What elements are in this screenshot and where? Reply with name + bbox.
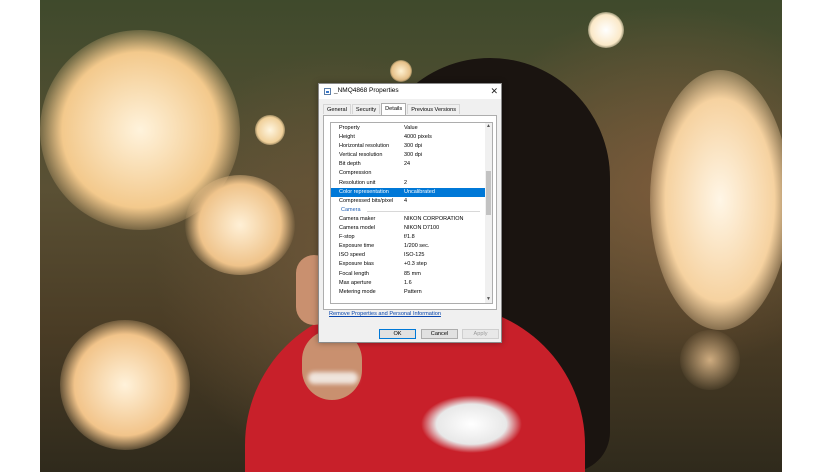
property-name: Max aperture xyxy=(339,279,372,286)
property-name: F-stop xyxy=(339,234,355,241)
tab-previous-versions[interactable]: Previous Versions xyxy=(407,104,461,114)
list-item[interactable]: Focal length 85 mm xyxy=(331,270,486,279)
property-value: 85 mm xyxy=(404,270,421,277)
dialog-title: _NMQ4868 Properties xyxy=(334,87,399,94)
property-value: NIKON D7100 xyxy=(404,225,440,232)
property-name: Metering mode xyxy=(339,288,376,295)
list-header: Property Value xyxy=(331,124,486,133)
bokeh-light xyxy=(588,12,624,48)
list-item-selected[interactable]: Color representation Uncalibrated xyxy=(331,187,486,197)
tab-general[interactable]: General xyxy=(323,104,351,114)
property-name: Camera maker xyxy=(339,215,376,222)
scroll-down-arrow-icon[interactable]: ▼ xyxy=(485,296,492,303)
section-title: Camera xyxy=(341,206,361,213)
list-item[interactable]: Horizontal resolution 300 dpi xyxy=(331,142,486,151)
list-item[interactable]: Max aperture 1.6 xyxy=(331,279,486,288)
property-value: ISO-125 xyxy=(404,252,425,259)
title-bar[interactable]: _NMQ4868 Properties ✕ xyxy=(319,84,501,99)
bokeh-light xyxy=(680,330,740,390)
property-value: 24 xyxy=(404,161,411,168)
property-value: 4000 pixels xyxy=(404,134,432,141)
list-item[interactable]: Compressed bits/pixel 4 xyxy=(331,197,486,206)
file-icon xyxy=(324,88,331,95)
bokeh-light xyxy=(650,70,782,330)
property-value: f/1.8 xyxy=(404,234,415,241)
property-name: Height xyxy=(339,134,355,141)
bracelet xyxy=(308,372,358,384)
list-item[interactable]: Camera model NIKON D7100 xyxy=(331,224,486,233)
ok-button[interactable]: OK xyxy=(379,329,416,339)
property-name: Focal length xyxy=(339,270,369,277)
cancel-button[interactable]: Cancel xyxy=(421,329,458,339)
property-value: Uncalibrated xyxy=(404,188,435,195)
close-button[interactable]: ✕ xyxy=(490,85,498,97)
property-value: Pattern xyxy=(404,288,422,295)
list-item[interactable]: ISO speed ISO-125 xyxy=(331,251,486,260)
property-name: Horizontal resolution xyxy=(339,143,390,150)
property-value: 2 xyxy=(404,179,408,186)
properties-dialog: _NMQ4868 Properties ✕ General Security D… xyxy=(318,83,502,343)
tab-strip: General Security Details Previous Versio… xyxy=(323,103,461,115)
property-value: 1/200 sec. xyxy=(404,243,430,250)
scroll-thumb[interactable] xyxy=(486,171,491,215)
property-value: 4 xyxy=(404,197,408,204)
tab-details[interactable]: Details xyxy=(381,103,407,115)
list-item[interactable]: F-stop f/1.8 xyxy=(331,233,486,242)
bokeh-light xyxy=(185,175,295,275)
list-item[interactable]: Exposure time 1/200 sec. xyxy=(331,242,486,251)
details-panel: Property Value Height 4000 pixels Horizon… xyxy=(323,115,497,310)
bokeh-light xyxy=(390,60,412,82)
section-header-camera: Camera xyxy=(331,206,486,215)
column-header-property[interactable]: Property xyxy=(339,124,360,133)
column-header-value[interactable]: Value xyxy=(404,124,418,133)
property-value: 300 dpi xyxy=(404,143,423,150)
bokeh-light xyxy=(255,115,285,145)
property-name: Resolution unit xyxy=(339,179,376,186)
property-name: Bit depth xyxy=(339,161,361,168)
property-name: Exposure time xyxy=(339,243,375,250)
property-value: NIKON CORPORATION xyxy=(404,215,464,222)
list-item[interactable]: Exposure bias +0.3 step xyxy=(331,260,486,269)
property-value: 300 dpi xyxy=(404,152,423,159)
list-item[interactable]: Vertical resolution 300 dpi xyxy=(331,151,486,160)
list-item[interactable]: Height 4000 pixels xyxy=(331,133,486,142)
list-item[interactable]: Camera maker NIKON CORPORATION xyxy=(331,215,486,224)
scroll-up-arrow-icon[interactable]: ▲ xyxy=(485,123,492,130)
property-name: Compressed bits/pixel xyxy=(339,197,394,204)
property-list[interactable]: Property Value Height 4000 pixels Horizon… xyxy=(330,122,493,304)
property-value: 1.6 xyxy=(404,279,412,286)
list-item[interactable]: Metering mode Pattern xyxy=(331,288,486,297)
property-name: Camera model xyxy=(339,225,376,232)
property-name: Compression xyxy=(339,170,372,177)
list-item[interactable]: Resolution unit 2 xyxy=(331,179,486,188)
apply-button[interactable]: Apply xyxy=(462,329,499,339)
remove-properties-link[interactable]: Remove Properties and Personal Informati… xyxy=(329,311,441,317)
property-name: Exposure bias xyxy=(339,261,374,268)
vertical-scrollbar[interactable]: ▲ ▼ xyxy=(485,123,492,303)
crane-motif xyxy=(400,385,530,472)
property-name: ISO speed xyxy=(339,252,365,259)
list-item[interactable]: Compression xyxy=(331,169,486,178)
tab-security[interactable]: Security xyxy=(351,104,381,114)
property-value: +0.3 step xyxy=(404,261,427,268)
bokeh-light xyxy=(60,320,190,450)
property-name: Vertical resolution xyxy=(339,152,383,159)
list-item[interactable]: Bit depth 24 xyxy=(331,160,486,169)
property-name: Color representation xyxy=(339,188,389,195)
